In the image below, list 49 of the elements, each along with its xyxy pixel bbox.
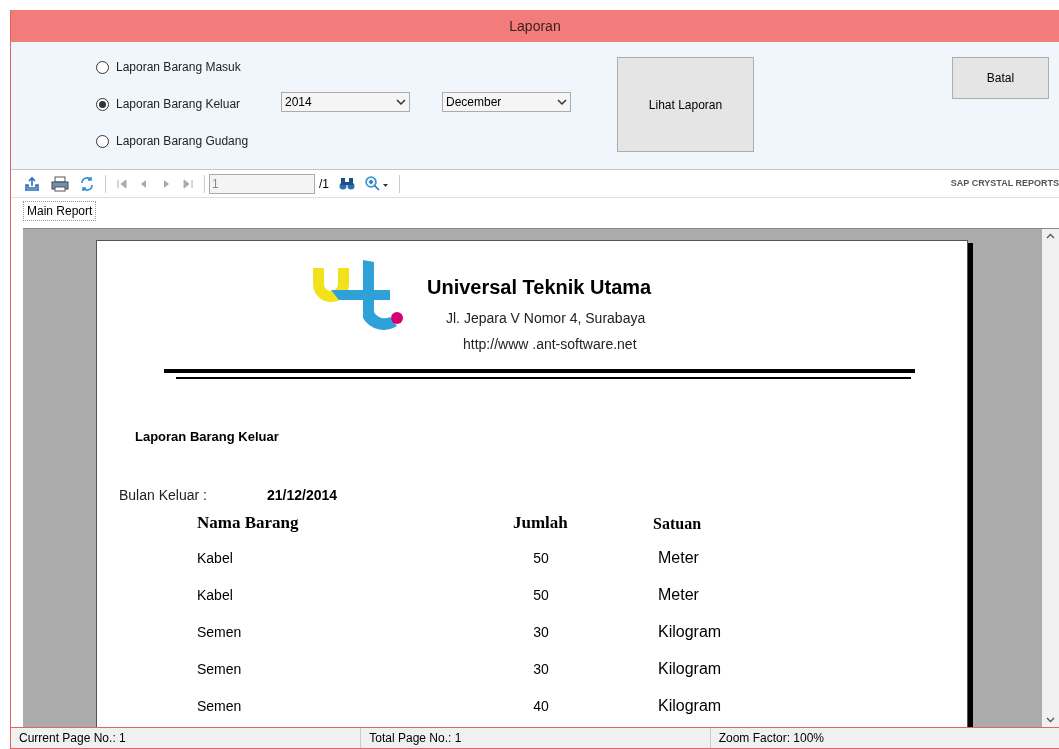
table-cell-text: Meter [658, 585, 699, 605]
table-cell-text: Semen [197, 696, 243, 716]
view-report-button[interactable]: Lihat Laporan [617, 57, 754, 152]
page-total: /1 [319, 175, 329, 193]
table-cell-text: Semen [197, 622, 243, 642]
refresh-icon[interactable] [79, 175, 95, 192]
table-cell-text: 30 [532, 622, 550, 642]
table-cell-text: Meter [658, 548, 699, 568]
table-cell-text: 40 [532, 696, 550, 716]
radio-button[interactable] [96, 97, 109, 111]
scrollbar[interactable] [1042, 229, 1059, 727]
month-label: Bulan Keluar : [119, 485, 208, 505]
table-cell-text: 30 [532, 659, 550, 679]
scroll-up-icon[interactable] [1046, 233, 1055, 239]
status-text: Current Page No.: 1 [19, 730, 126, 747]
window-title: Laporan [509, 16, 561, 36]
report-tab[interactable]: Main Report [23, 201, 97, 221]
radio-label[interactable]: Laporan Barang Keluar [116, 95, 241, 113]
table-cell-text: Kabel [197, 548, 234, 568]
report-title: Laporan Barang Keluar [135, 428, 280, 446]
company-address: Jl. Jepara V Nomor 4, Surabaya [446, 309, 647, 328]
company-name: Universal Teknik Utama [427, 275, 652, 300]
zoom-dropdown-icon[interactable] [365, 175, 389, 192]
radio-label[interactable]: Laporan Barang Gudang [116, 132, 249, 150]
year-dropdown[interactable]: 2014 [281, 92, 410, 112]
table-cell-text: Semen [197, 659, 243, 679]
print-icon[interactable] [51, 175, 69, 192]
table-cell-text: Kilogram [658, 622, 722, 642]
radio-label[interactable]: Laporan Barang Masuk [116, 58, 241, 76]
export-icon[interactable] [23, 175, 41, 192]
radio-button[interactable] [96, 134, 109, 148]
brand-label: SAP CRYSTAL REPORTS [950, 176, 1059, 190]
column-header: Nama Barang [197, 512, 300, 534]
month-dropdown[interactable]: December [442, 92, 571, 112]
column-header: Satuan [653, 513, 702, 534]
status-text: Total Page No.: 1 [369, 730, 462, 747]
column-header: Jumlah [513, 512, 569, 534]
table-cell-text: 50 [532, 585, 550, 605]
scroll-down-icon[interactable] [1046, 717, 1055, 723]
binoculars-icon[interactable] [339, 176, 355, 191]
table-cell-text: Kilogram [658, 659, 722, 679]
table-cell-text: 50 [532, 548, 550, 568]
table-cell-text: Kilogram [658, 696, 722, 716]
radio-button[interactable] [96, 60, 109, 74]
cancel-button[interactable]: Batal [952, 57, 1049, 99]
company-website: http://www .ant-software.net [463, 335, 638, 354]
month-value: 21/12/2014 [267, 485, 338, 505]
status-text: Zoom Factor: 100% [718, 730, 825, 747]
table-cell-text: Kabel [197, 585, 234, 605]
